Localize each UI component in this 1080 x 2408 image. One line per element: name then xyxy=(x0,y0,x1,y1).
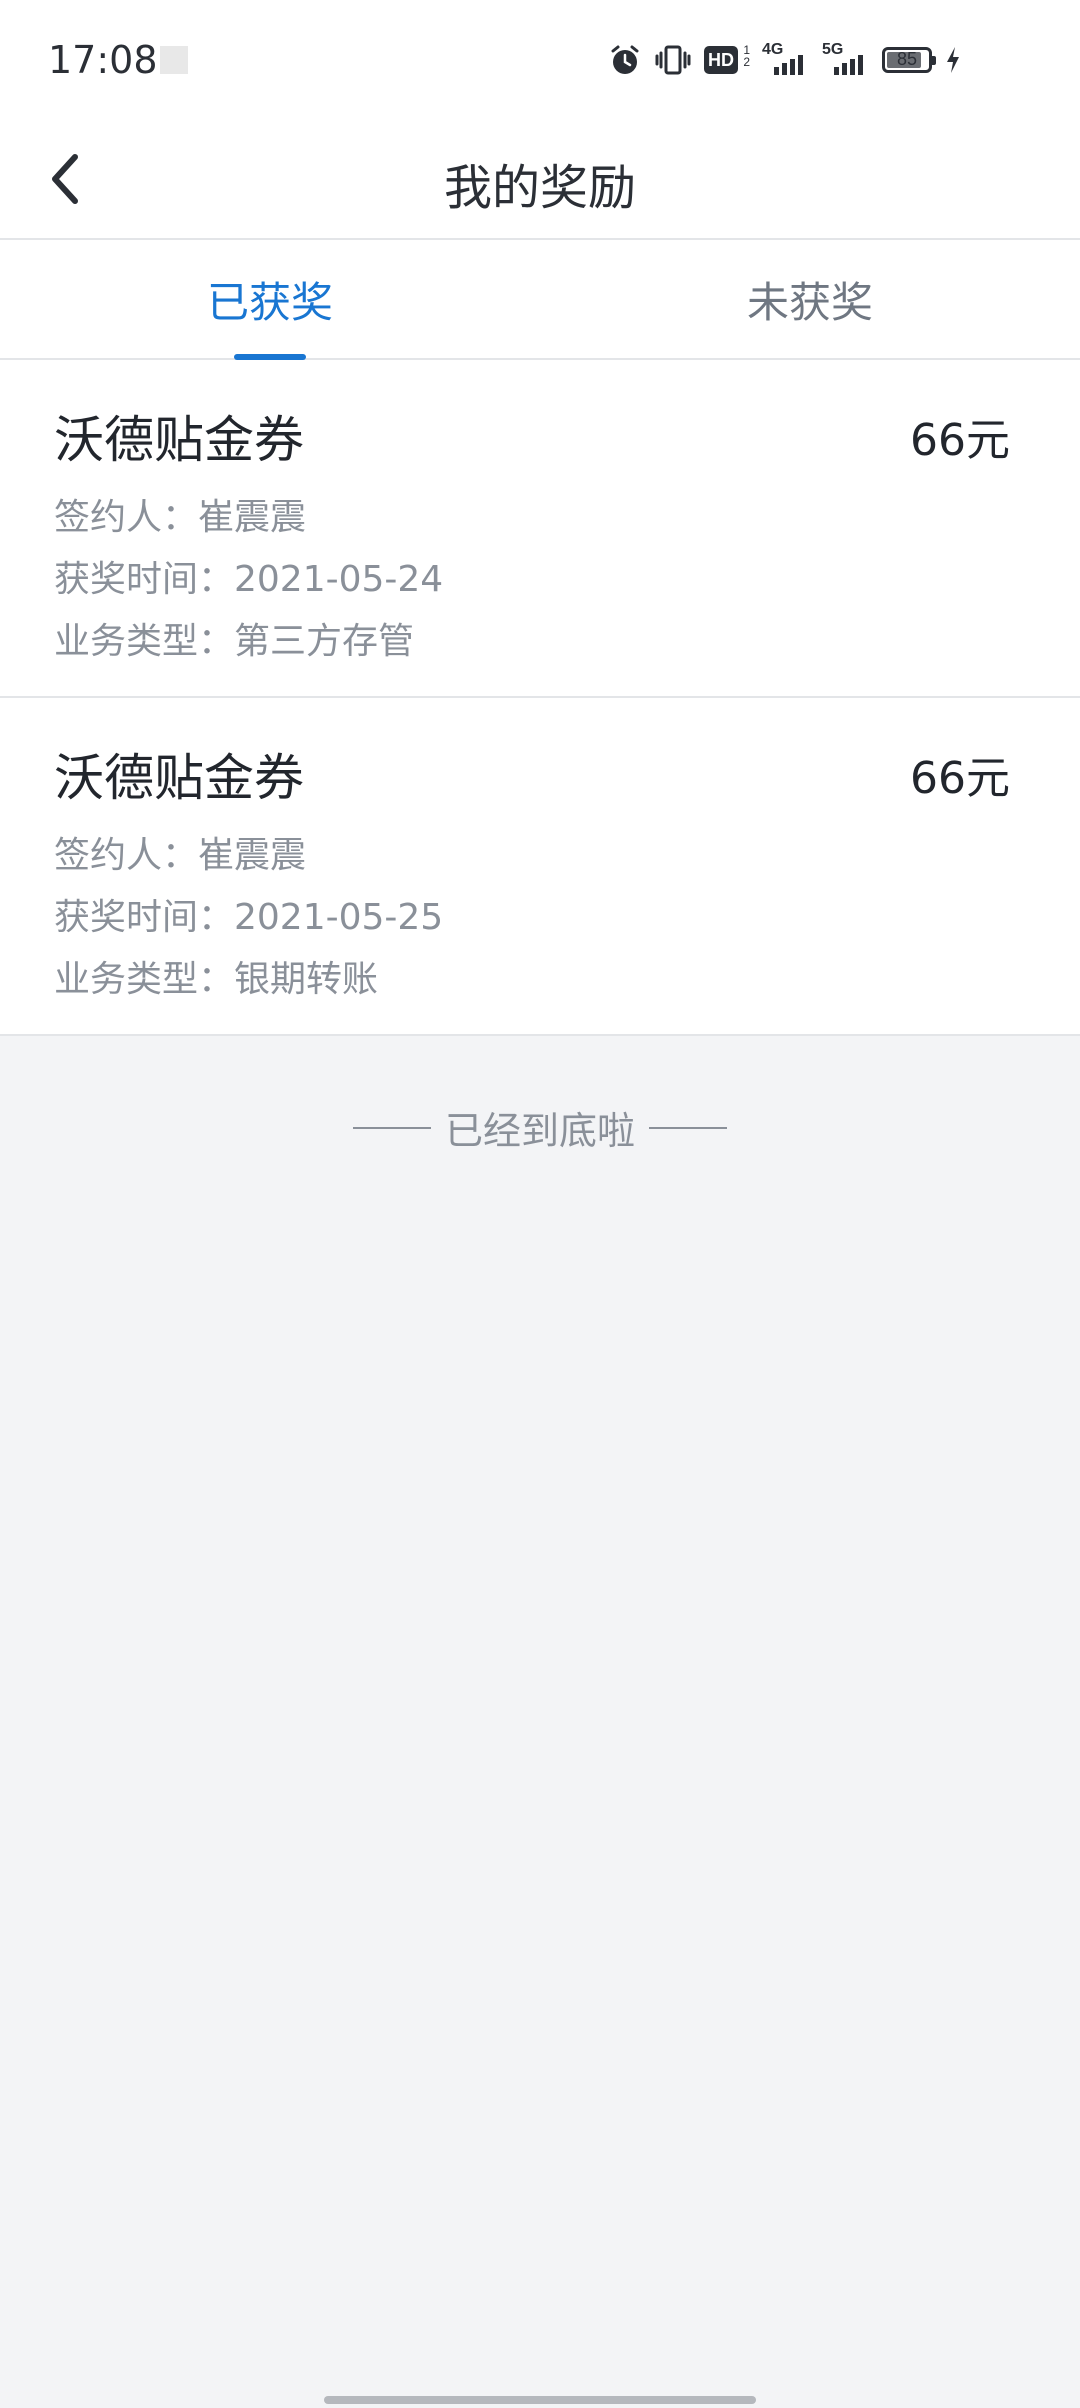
reward-name: 沃德贴金券 xyxy=(54,411,304,469)
end-of-list-notice: 已经到底啦 xyxy=(0,1100,1080,1155)
reward-award-time: 获奖时间：2021-05-25 xyxy=(54,897,444,938)
tab-not-awarded-label: 未获奖 xyxy=(746,277,873,327)
tab-not-awarded[interactable]: 未获奖 xyxy=(540,240,1080,358)
vibrate-icon xyxy=(654,43,692,77)
reward-signer: 签约人：崔震震 xyxy=(54,497,307,538)
reward-item[interactable]: 沃德贴金券 66元 签约人：崔震震 获奖时间：2021-05-25 业务类型：银… xyxy=(0,698,1080,1036)
tab-awarded-label: 已获奖 xyxy=(206,277,333,327)
battery-icon: 85 xyxy=(882,47,936,73)
page-title: 我的奖励 xyxy=(443,160,636,216)
status-time: 17:08 xyxy=(48,38,158,82)
signal-4g-icon: 4G xyxy=(762,41,810,77)
notification-icon xyxy=(160,46,188,74)
home-indicator[interactable] xyxy=(324,2396,756,2404)
reward-business-type: 业务类型：银期转账 xyxy=(54,959,379,1000)
status-bar: 17:08 HD 12 4G 5G 85 xyxy=(0,0,1080,120)
app-header: 我的奖励 xyxy=(0,120,1080,240)
reward-name: 沃德贴金券 xyxy=(54,749,304,807)
reward-signer: 签约人：崔震震 xyxy=(54,835,307,876)
reward-amount: 66元 xyxy=(910,415,1010,466)
hd-icon: HD 12 xyxy=(704,44,750,76)
reward-list: 沃德贴金券 66元 签约人：崔震震 获奖时间：2021-05-24 业务类型：第… xyxy=(0,360,1080,1036)
end-of-list-text: 已经到底啦 xyxy=(444,1109,635,1153)
divider-left xyxy=(352,1126,431,1129)
alarm-icon xyxy=(608,43,642,77)
reward-amount: 66元 xyxy=(910,753,1010,804)
charging-icon xyxy=(944,45,962,75)
tab-bar: 已获奖 未获奖 xyxy=(0,240,1080,360)
signal-5g-icon: 5G xyxy=(822,41,870,77)
reward-item[interactable]: 沃德贴金券 66元 签约人：崔震震 获奖时间：2021-05-24 业务类型：第… xyxy=(0,360,1080,698)
divider-right xyxy=(649,1126,727,1129)
status-icons: HD 12 4G 5G 85 xyxy=(608,40,962,80)
reward-award-time: 获奖时间：2021-05-24 xyxy=(54,559,444,600)
reward-business-type: 业务类型：第三方存管 xyxy=(54,621,415,662)
tab-awarded[interactable]: 已获奖 xyxy=(0,240,540,360)
